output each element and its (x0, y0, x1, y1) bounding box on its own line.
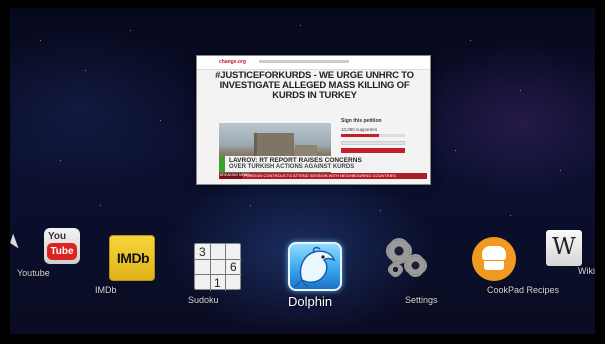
dolphin-icon[interactable] (288, 242, 342, 291)
wikipedia-logo: W (552, 234, 576, 260)
ticker-line-1: LAVROV: RT REPORT RAISES CONCERNS (229, 157, 362, 164)
star (100, 205, 101, 206)
crawl-text: FOREIGN CONTROLS TO ATTEND SESSION WITH … (244, 173, 397, 178)
sign-button (341, 148, 405, 153)
petition-headline: #JUSTICEFORKURDS - WE URGE UNHRC TO INVE… (215, 70, 414, 101)
site-header: change.org (197, 56, 430, 70)
youtube-icon[interactable]: You Tube (44, 228, 80, 264)
letterbox-bottom (0, 334, 605, 344)
news-crawl: BREAKING NEWS FOREIGN CONTROLS TO ATTEND… (219, 173, 427, 179)
imdb-icon[interactable]: IMDb (109, 235, 155, 281)
star (60, 160, 61, 161)
sudoku-digit: 3 (199, 245, 206, 259)
star (470, 40, 471, 41)
dock-label-sudoku: Sudoku (188, 295, 219, 305)
dock-label-dolphin: Dolphin (288, 294, 333, 309)
imdb-logo: IMDb (116, 250, 150, 266)
dock-label-youtube: Youtube (17, 268, 50, 278)
site-logo: change.org (219, 59, 246, 65)
news-ticker: LAVROV: RT REPORT RAISES CONCERNS OVER T… (219, 156, 427, 172)
star (160, 120, 161, 121)
youtube-logo-you: You (48, 231, 67, 242)
letterbox-left (0, 0, 10, 344)
dock-label-settings: Settings (405, 295, 438, 305)
star (380, 210, 381, 211)
youtube-logo-tube: Tube (47, 243, 77, 260)
star (130, 30, 131, 31)
letterbox-right (595, 0, 605, 344)
sign-field (341, 141, 405, 145)
sign-title: Sign this petition (341, 118, 382, 124)
sudoku-digit: 6 (230, 260, 237, 274)
star (455, 150, 456, 151)
supporter-count: 10,090 supporters (341, 127, 378, 132)
ticker-line-2: OVER TURKISH ACTIONS AGAINST KURDS (229, 164, 355, 170)
star (510, 215, 511, 216)
star (520, 90, 521, 91)
dock-label-cookpad: CookPad Recipes (487, 285, 560, 295)
sudoku-digit: 1 (214, 276, 221, 290)
app-preview-thumbnail[interactable]: change.org #JUSTICEFORKURDS - WE URGE UN… (196, 55, 431, 185)
star (40, 40, 41, 41)
dock-label-imdb: IMDb (95, 285, 117, 295)
gear-icon[interactable] (385, 240, 433, 282)
site-nav (259, 60, 349, 63)
star (85, 70, 86, 71)
star (560, 170, 561, 171)
star (300, 25, 301, 26)
chef-hat-icon[interactable] (472, 237, 516, 281)
app-switcher-screen: change.org #JUSTICEFORKURDS - WE URGE UN… (0, 0, 605, 344)
crawl-tag: BREAKING NEWS (220, 173, 250, 179)
star (250, 205, 251, 206)
sudoku-icon[interactable]: 3 6 1 (194, 243, 242, 291)
wikipedia-icon[interactable]: W (546, 230, 582, 266)
supporter-progress (341, 134, 405, 137)
letterbox-top (0, 0, 605, 8)
